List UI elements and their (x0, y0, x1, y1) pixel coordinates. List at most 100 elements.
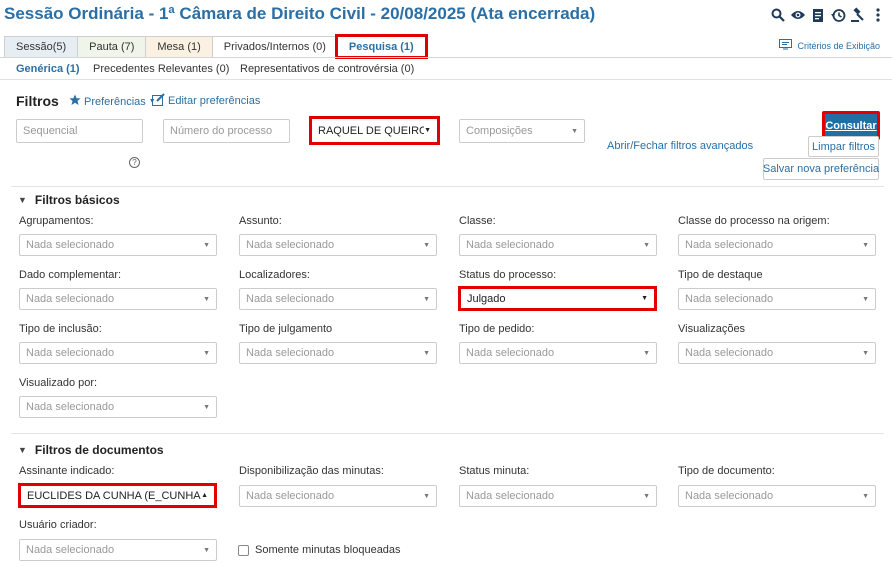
chevron-down-icon: ▼ (18, 445, 27, 455)
field-label: Tipo de pedido: (459, 323, 535, 335)
classe-select[interactable]: Nada selecionado ▼ (459, 234, 657, 256)
header-toolbar (770, 6, 886, 24)
edit-icon (152, 93, 165, 109)
caret-down-icon: ▼ (643, 349, 650, 357)
field-label: Visualizações (678, 323, 746, 335)
caret-down-icon: ▼ (424, 127, 431, 134)
composicoes-select[interactable]: Composições ▼ (459, 119, 585, 143)
limpar-filtros-button[interactable]: Limpar filtros (808, 136, 879, 157)
field-label: Tipo de julgamento (239, 323, 333, 335)
preferences-dropdown[interactable]: Preferências ▼ (69, 94, 156, 109)
caret-down-icon: ▼ (203, 241, 210, 249)
filters-title: Filtros (16, 93, 59, 109)
section-divider (11, 433, 884, 434)
search-icon[interactable] (770, 6, 786, 24)
field-label: Tipo de inclusão: (19, 323, 102, 335)
tab-sessao[interactable]: Sessão(5) (4, 36, 79, 57)
select-value: Nada selecionado (26, 239, 115, 251)
select-value: EUCLIDES DA CUNHA (E_CUNHA) (27, 489, 202, 502)
document-filters-title: Filtros de documentos (34, 443, 164, 457)
subtab-precedentes[interactable]: Precedentes Relevantes (0) (93, 63, 229, 75)
relator-select[interactable]: RAQUEL DE QUEIROZ (C ▼ (309, 116, 440, 145)
edit-preferences-label: Editar preferências (168, 95, 261, 107)
field-label: Dado complementar: (19, 269, 122, 281)
tipo-documento-select[interactable]: Nada selecionado ▼ (678, 485, 876, 507)
field-label: Tipo de destaque (678, 269, 763, 281)
select-value: Julgado (467, 292, 506, 305)
field-label: Usuário criador: (19, 519, 97, 531)
visualizado-por-select[interactable]: Nada selecionado ▼ (19, 396, 217, 418)
subtab-generica[interactable]: Genérica (1) (16, 63, 80, 75)
tabs-divider (0, 57, 892, 58)
basic-filters-header[interactable]: ▼ Filtros básicos (18, 193, 120, 207)
field-label: Visualizado por: (19, 377, 98, 389)
caret-down-icon: ▼ (643, 492, 650, 500)
edit-preferences-link[interactable]: Editar preferências (152, 93, 260, 109)
sequencial-input[interactable]: Sequencial (16, 119, 143, 143)
gavel-icon[interactable] (850, 6, 866, 24)
select-value: Nada selecionado (246, 239, 335, 251)
caret-down-icon: ▼ (571, 127, 578, 135)
composicoes-placeholder: Composições (466, 125, 533, 137)
toggle-advanced-filters-link[interactable]: Abrir/Fechar filtros avançados (607, 140, 753, 152)
caret-down-icon: ▼ (862, 492, 869, 500)
star-icon (69, 94, 81, 109)
select-value: Nada selecionado (685, 490, 774, 502)
select-value: Nada selecionado (685, 347, 774, 359)
eye-icon[interactable] (790, 6, 806, 24)
minutas-bloqueadas-checkbox[interactable] (238, 544, 249, 556)
sequencial-placeholder: Sequencial (23, 125, 78, 137)
process-number-input[interactable]: Número do processo (163, 119, 290, 143)
more-icon[interactable] (870, 6, 886, 24)
preferences-label: Preferências (84, 95, 146, 108)
localizadores-select[interactable]: Nada selecionado ▼ (239, 288, 437, 310)
select-value: Nada selecionado (26, 401, 115, 413)
visualizacoes-select[interactable]: Nada selecionado ▼ (678, 342, 876, 364)
criteria-link[interactable]: Critérios de Exibição (779, 39, 880, 52)
assunto-select[interactable]: Nada selecionado ▼ (239, 234, 437, 256)
field-label: Status minuta: (459, 465, 530, 477)
tab-privados-internos[interactable]: Privados/Internos (0) (211, 36, 338, 57)
tipo-julgamento-select[interactable]: Nada selecionado ▼ (239, 342, 437, 364)
caret-down-icon: ▼ (862, 295, 869, 303)
tab-mesa[interactable]: Mesa (1) (145, 36, 213, 57)
field-label: Agrupamentos: (19, 215, 94, 227)
classe-origem-select[interactable]: Nada selecionado ▼ (678, 234, 876, 256)
salvar-preferencia-button[interactable]: Salvar nova preferência (763, 158, 879, 180)
help-icon[interactable]: ? (129, 157, 140, 168)
field-label: Classe do processo na origem: (678, 215, 830, 227)
document-icon[interactable] (810, 6, 826, 24)
caret-down-icon: ▼ (862, 349, 869, 357)
criteria-label: Critérios de Exibição (797, 40, 880, 51)
document-filters-header[interactable]: ▼ Filtros de documentos (18, 443, 164, 457)
subtab-representativos[interactable]: Representativos de controvérsia (0) (240, 63, 414, 75)
assinante-indicado-select[interactable]: EUCLIDES DA CUNHA (E_CUNHA) ▲ (18, 483, 217, 508)
section-divider (11, 186, 884, 187)
tab-pauta[interactable]: Pauta (7) (77, 36, 147, 57)
tipo-destaque-select[interactable]: Nada selecionado ▼ (678, 288, 876, 310)
caret-down-icon: ▼ (423, 492, 430, 500)
monitor-icon (779, 39, 793, 52)
field-label: Assinante indicado: (19, 465, 115, 477)
status-processo-select[interactable]: Julgado ▼ (458, 286, 657, 311)
select-value: Nada selecionado (246, 347, 335, 359)
tipo-inclusao-select[interactable]: Nada selecionado ▼ (19, 342, 217, 364)
minutas-bloqueadas-option[interactable]: Somente minutas bloqueadas (238, 544, 401, 556)
select-value: Nada selecionado (685, 239, 774, 251)
select-value: Nada selecionado (466, 239, 555, 251)
status-minuta-select[interactable]: Nada selecionado ▼ (459, 485, 657, 507)
usuario-criador-select[interactable]: Nada selecionado ▼ (19, 539, 217, 561)
select-value: Nada selecionado (26, 347, 115, 359)
agrupamentos-select[interactable]: Nada selecionado ▼ (19, 234, 217, 256)
dado-complementar-select[interactable]: Nada selecionado ▼ (19, 288, 217, 310)
history-icon[interactable] (830, 6, 846, 24)
tipo-pedido-select[interactable]: Nada selecionado ▼ (459, 342, 657, 364)
session-tabs: Sessão(5) Pauta (7) Mesa (1) Privados/In… (4, 34, 428, 59)
caret-down-icon: ▼ (423, 349, 430, 357)
select-value: Nada selecionado (26, 544, 115, 556)
tab-pesquisa[interactable]: Pesquisa (1) (334, 34, 428, 59)
field-label: Disponibilização das minutas: (239, 465, 384, 477)
disponibilizacao-minutas-select[interactable]: Nada selecionado ▼ (239, 485, 437, 507)
basic-filters-title: Filtros básicos (34, 193, 120, 207)
caret-down-icon: ▼ (423, 295, 430, 303)
